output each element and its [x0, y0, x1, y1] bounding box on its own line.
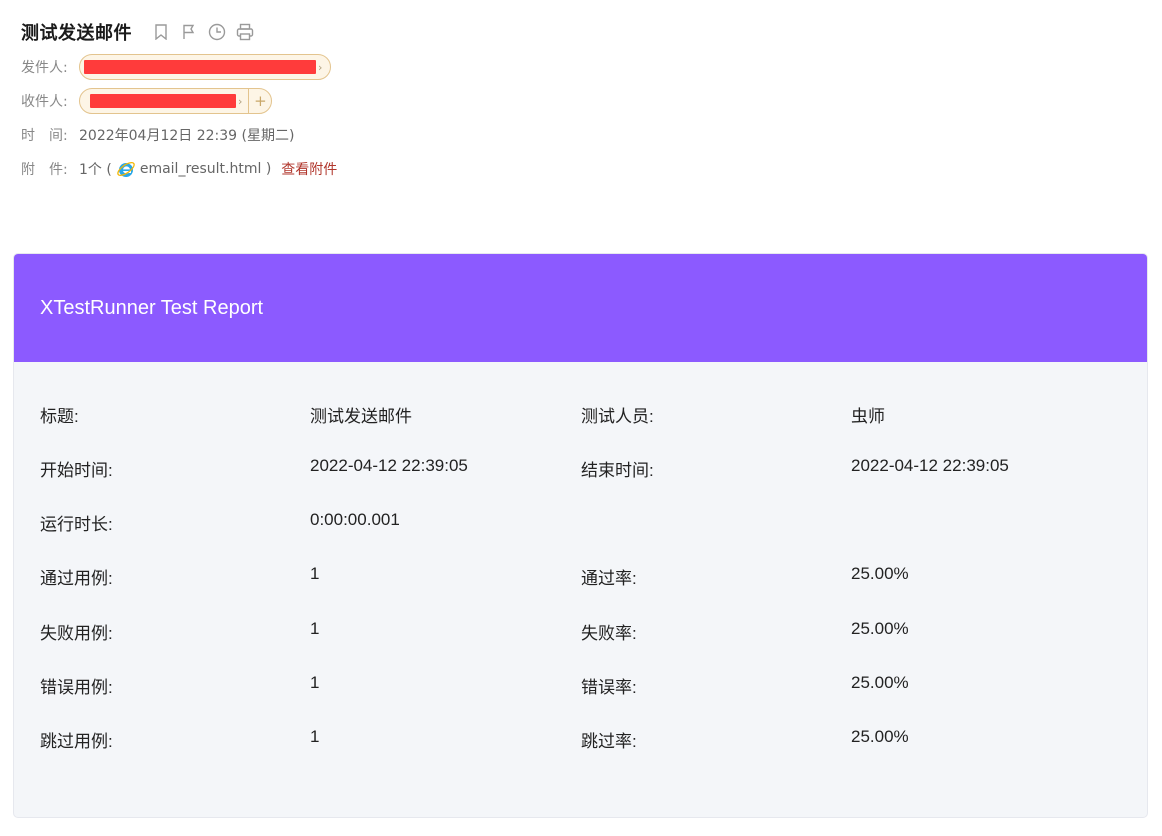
row-label: 标题: — [40, 407, 79, 426]
time-label: 时 间: — [21, 128, 68, 144]
row-value: 25.00% — [851, 564, 909, 583]
report-title: XTestRunner Test Report — [40, 296, 264, 319]
flag-icon[interactable] — [180, 23, 198, 41]
row-label: 运行时长: — [40, 515, 113, 534]
redacted-sender — [84, 60, 316, 74]
row-label: 通过用例: — [40, 569, 113, 588]
chevron-right-icon: › — [238, 94, 243, 108]
row-value: 0:00:00.001 — [310, 510, 400, 529]
row-value: 1 — [310, 564, 320, 583]
time-value: 2022年04月12日 22:39 (星期二) — [79, 128, 295, 144]
recipient-chip[interactable]: › + — [79, 88, 273, 114]
sender-chip[interactable]: › — [79, 54, 332, 80]
report-row: 通过用例: 1 通过率: 25.00% — [14, 564, 1147, 594]
row-value: 1 — [310, 727, 320, 746]
attachment-row: 附 件: 1个 ( email_result.html ) 查看附件 — [21, 152, 1141, 186]
row-label: 测试人员: — [581, 407, 654, 426]
subject-row: 测试发送邮件 — [21, 18, 1141, 46]
chevron-right-icon: › — [318, 60, 323, 74]
email-subject: 测试发送邮件 — [21, 23, 132, 44]
row-label: 结束时间: — [581, 461, 654, 480]
time-row: 时 间: 2022年04月12日 22:39 (星期二) — [21, 118, 1141, 152]
email-header: 测试发送邮件 发件人: › 收件人: › + 时 间: 2022年04月12日 … — [21, 18, 1141, 186]
report-row: 运行时长: 0:00:00.001 — [14, 510, 1147, 540]
row-label: 通过率: — [581, 569, 637, 588]
recipient-row: 收件人: › + — [21, 84, 1141, 118]
row-value: 2022-04-12 22:39:05 — [851, 456, 1009, 475]
row-value: 25.00% — [851, 727, 909, 746]
redacted-recipient — [90, 94, 236, 108]
attachment-label: 附 件: — [21, 162, 68, 178]
view-attachment-link[interactable]: 查看附件 — [281, 159, 337, 179]
report-row: 标题: 测试发送邮件 测试人员: 虫师 — [14, 402, 1147, 432]
row-label: 失败用例: — [40, 624, 113, 643]
row-value: 测试发送邮件 — [310, 407, 412, 426]
sender-label: 发件人: — [21, 60, 68, 76]
sender-row: 发件人: › — [21, 50, 1141, 84]
row-label: 跳过用例: — [40, 732, 113, 751]
row-value: 虫师 — [851, 407, 885, 426]
row-label: 错误率: — [581, 678, 637, 697]
report-row: 失败用例: 1 失败率: 25.00% — [14, 619, 1147, 649]
row-value: 1 — [310, 619, 320, 638]
add-recipient-button[interactable]: + — [248, 89, 271, 113]
report-header: XTestRunner Test Report — [14, 254, 1147, 362]
report-row: 开始时间: 2022-04-12 22:39:05 结束时间: 2022-04-… — [14, 456, 1147, 486]
attachment-name[interactable]: email_result.html ) — [140, 161, 271, 177]
recipient-label: 收件人: — [21, 94, 68, 110]
print-icon[interactable] — [236, 23, 254, 41]
clock-icon[interactable] — [208, 23, 226, 41]
row-value: 1 — [310, 673, 320, 692]
attachment-count: 1个 ( — [79, 162, 112, 178]
bookmark-icon[interactable] — [152, 23, 170, 41]
ie-file-icon — [116, 159, 136, 179]
row-label: 错误用例: — [40, 678, 113, 697]
row-value: 25.00% — [851, 619, 909, 638]
row-value: 2022-04-12 22:39:05 — [310, 456, 468, 475]
row-label: 失败率: — [581, 624, 637, 643]
subject-toolbar — [152, 23, 254, 41]
test-report: XTestRunner Test Report 标题: 测试发送邮件 测试人员:… — [13, 253, 1148, 818]
report-row: 错误用例: 1 错误率: 25.00% — [14, 673, 1147, 703]
report-row: 跳过用例: 1 跳过率: 25.00% — [14, 727, 1147, 757]
row-label: 开始时间: — [40, 461, 113, 480]
row-label: 跳过率: — [581, 732, 637, 751]
row-value: 25.00% — [851, 673, 909, 692]
